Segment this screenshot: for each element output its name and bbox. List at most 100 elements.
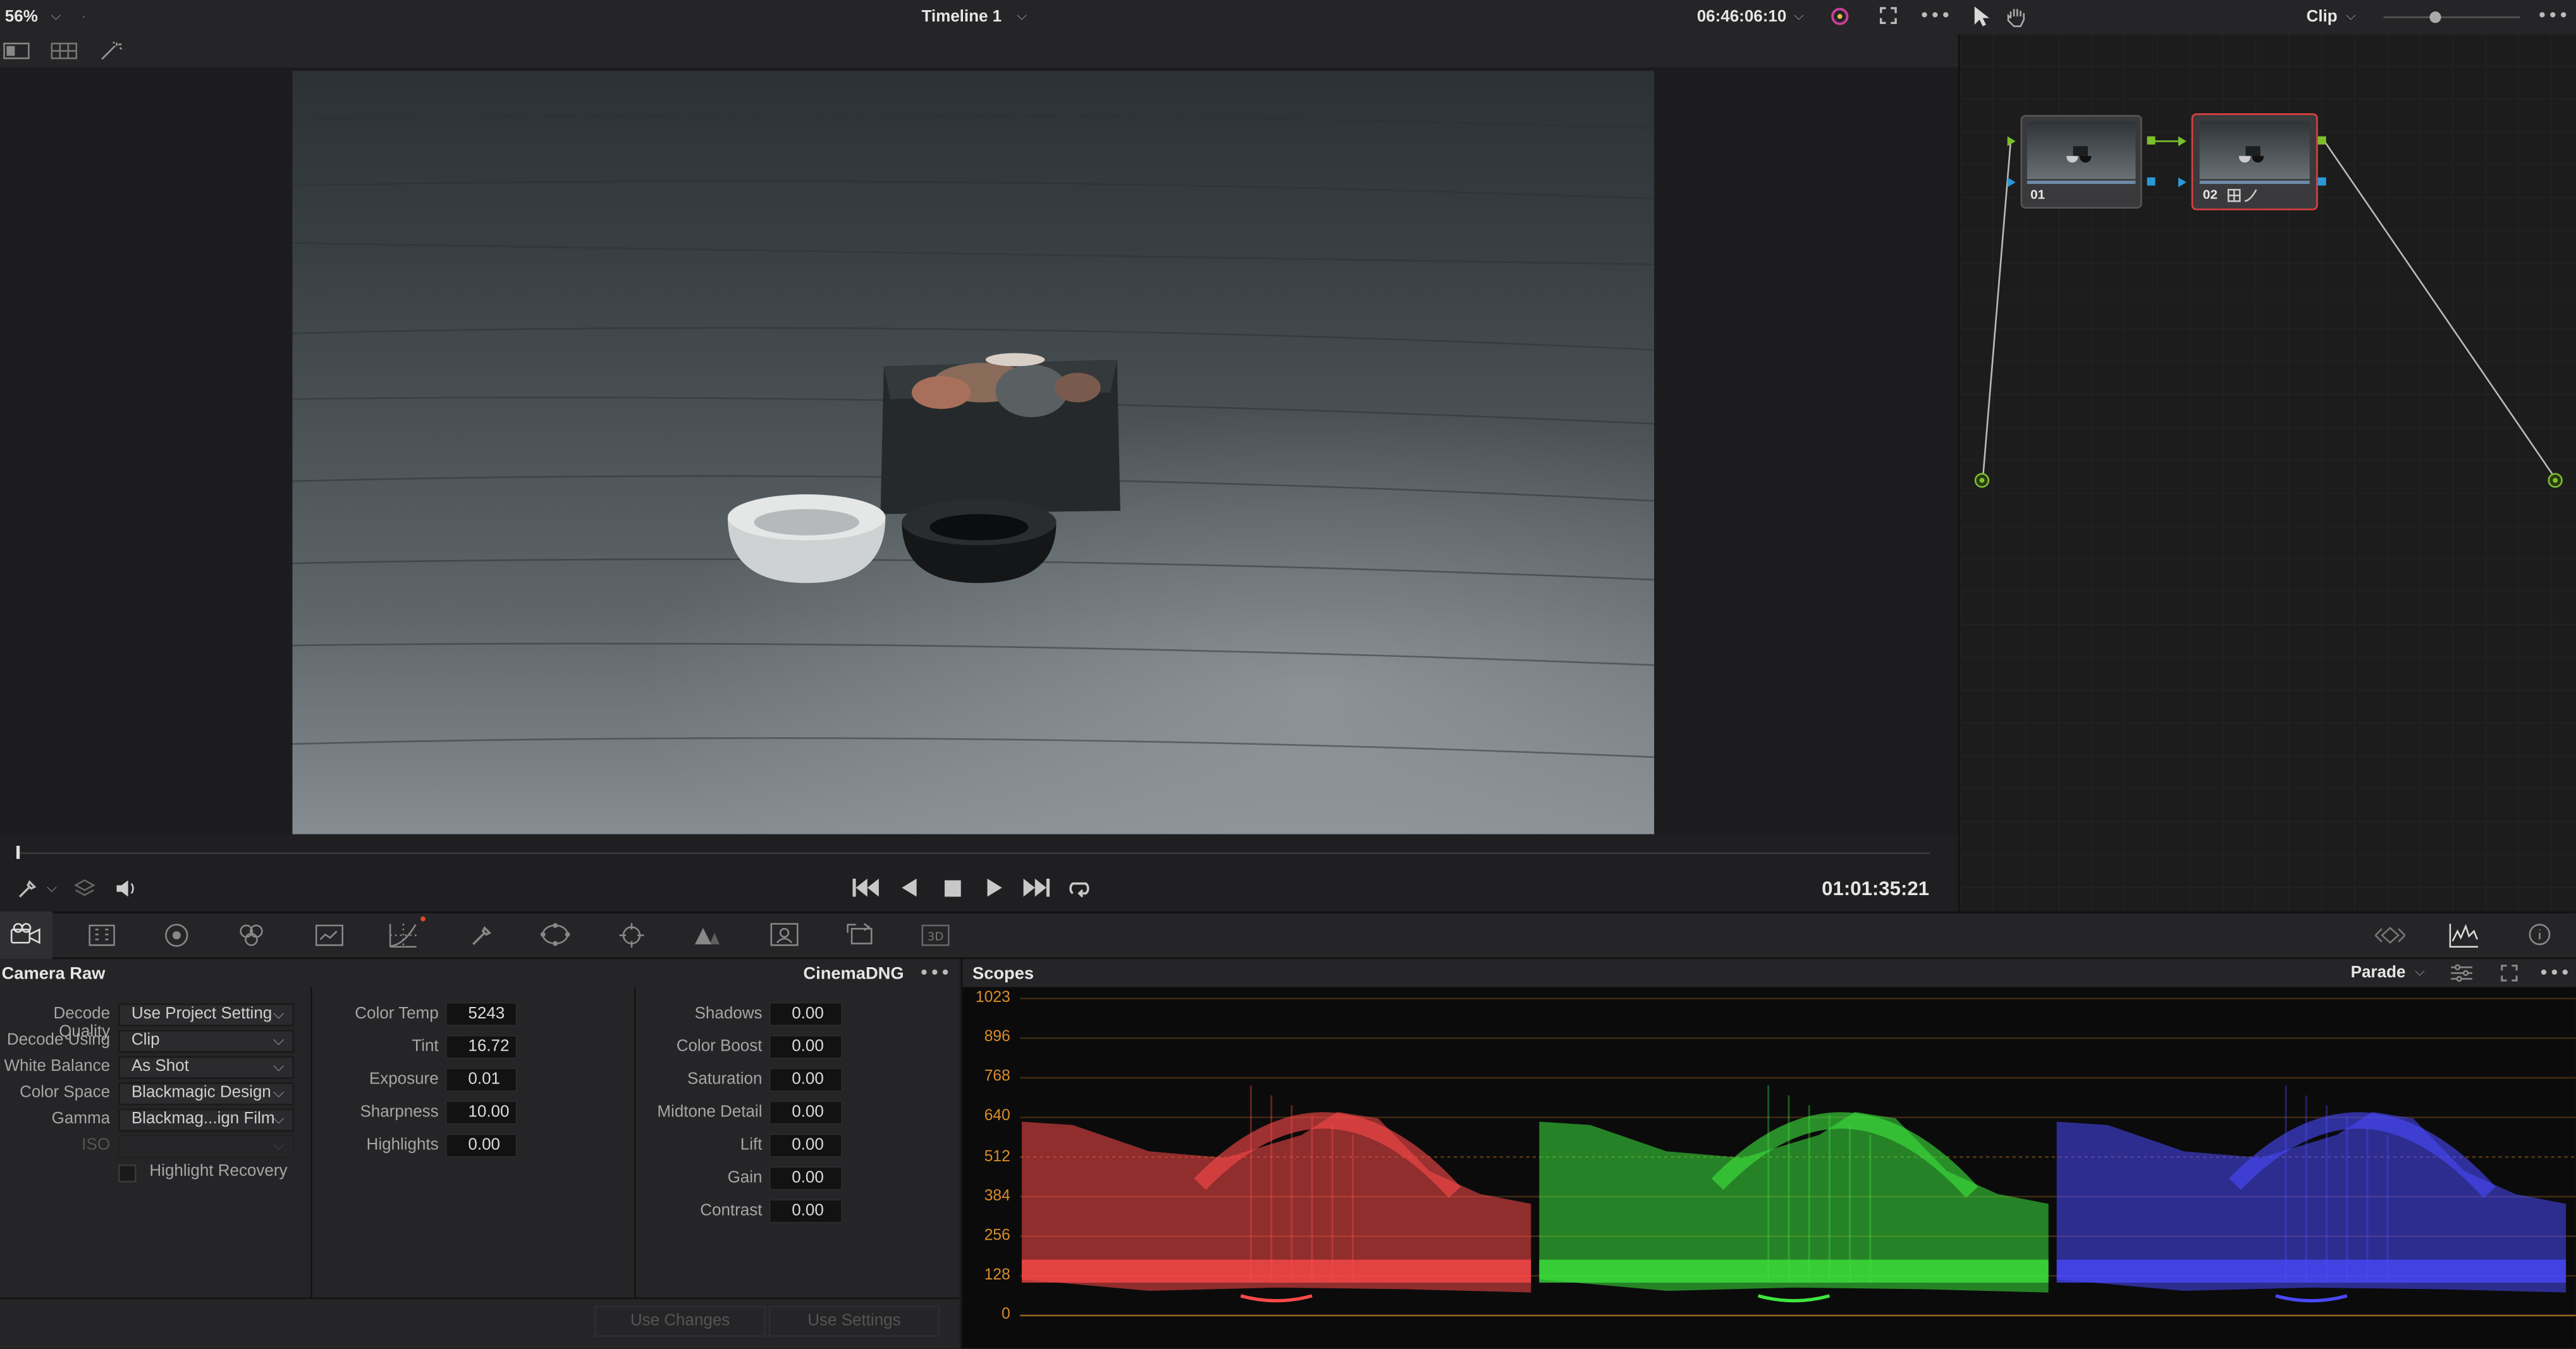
- node-02-key-output[interactable]: [2317, 177, 2326, 186]
- node-01-rgb-input[interactable]: [2007, 136, 2016, 147]
- gain-field[interactable]: 0.00: [768, 1166, 843, 1191]
- decode-quality-select[interactable]: Use Project Setting ⌵: [118, 1003, 295, 1027]
- node-01[interactable]: 01: [2020, 114, 2142, 209]
- zoom-level[interactable]: 56%: [5, 8, 38, 27]
- color-wheel-icon[interactable]: [1829, 5, 1851, 28]
- layers-icon[interactable]: [72, 877, 95, 900]
- record-timecode: 01:01:35:21: [1822, 877, 1930, 900]
- node-zoom-slider[interactable]: [2383, 16, 2520, 18]
- use-changes-button[interactable]: Use Changes: [594, 1305, 766, 1337]
- color-boost-field[interactable]: 0.00: [768, 1034, 843, 1059]
- gallery-viewer-icon[interactable]: [51, 41, 78, 59]
- scopes-icon[interactable]: [2446, 920, 2482, 949]
- chevron-down-icon: ⌵: [273, 1033, 285, 1050]
- color-match-icon[interactable]: [85, 921, 116, 948]
- timeline-chevron-down-icon[interactable]: ⌵: [1014, 8, 1030, 25]
- highlights-field[interactable]: 0.00: [445, 1133, 518, 1158]
- sizing-icon[interactable]: [843, 921, 876, 948]
- play-reverse-icon[interactable]: [899, 876, 920, 900]
- motion-effects-icon[interactable]: [314, 921, 345, 948]
- node-02-rgb-input[interactable]: [2178, 136, 2187, 147]
- scope-scale-label: 384: [984, 1187, 1010, 1205]
- curves-icon[interactable]: [388, 921, 419, 948]
- timeline-title[interactable]: Timeline 1: [921, 8, 1002, 27]
- keyframes-icon[interactable]: [2372, 921, 2408, 948]
- rgb-mixer-icon[interactable]: [236, 921, 267, 948]
- node-02-key-input[interactable]: [2178, 177, 2187, 188]
- scope-settings-icon[interactable]: [2450, 962, 2474, 984]
- node-options-icon[interactable]: •••: [2537, 5, 2569, 27]
- tint-field[interactable]: 16.72: [445, 1034, 518, 1059]
- timecode-chevron-down-icon[interactable]: ⌵: [1791, 8, 1807, 25]
- decode-using-select[interactable]: Clip ⌵: [118, 1029, 295, 1053]
- shadows-field[interactable]: 0.00: [768, 1001, 843, 1027]
- sharpness-field[interactable]: 10.00: [445, 1100, 518, 1125]
- use-settings-button[interactable]: Use Settings: [768, 1305, 940, 1337]
- loop-icon[interactable]: [1066, 876, 1094, 900]
- node-mode-label[interactable]: Clip: [2307, 8, 2338, 27]
- node-01-rgb-output[interactable]: [2147, 136, 2156, 145]
- zoom-separator-icon: ·: [82, 9, 86, 24]
- viewer-image: [292, 70, 1655, 834]
- hand-icon[interactable]: [2004, 5, 2029, 28]
- raw-format-label[interactable]: CinemaDNG: [803, 964, 904, 984]
- color-temp-label: Color Temp: [355, 1004, 439, 1023]
- viewer-options-icon[interactable]: •••: [1919, 5, 1951, 27]
- highlights-label: Highlights: [366, 1136, 439, 1155]
- playhead[interactable]: [16, 845, 20, 859]
- contrast-field[interactable]: 0.00: [768, 1199, 843, 1224]
- volume-icon[interactable]: [113, 877, 140, 900]
- midtone-detail-field[interactable]: 0.00: [768, 1100, 843, 1125]
- key-icon[interactable]: [767, 921, 800, 948]
- color-space-select[interactable]: Blackmagic Design ⌵: [118, 1082, 295, 1106]
- stop-icon[interactable]: [941, 877, 963, 898]
- picker-chevron-down-icon[interactable]: ⌵: [44, 881, 59, 897]
- camera-raw-options-icon[interactable]: •••: [919, 962, 951, 984]
- fullscreen-icon[interactable]: [1878, 5, 1899, 27]
- node-01-key-input[interactable]: [2007, 177, 2016, 188]
- skip-to-start-icon[interactable]: [851, 876, 881, 900]
- tracker-icon[interactable]: [616, 921, 647, 948]
- node-02-rgb-output[interactable]: [2317, 136, 2326, 145]
- pointer-icon[interactable]: [1970, 5, 1992, 28]
- source-timecode[interactable]: 06:46:06:10: [1697, 8, 1787, 27]
- camera-raw-icon[interactable]: [8, 921, 44, 948]
- highlight-recovery-checkbox[interactable]: [118, 1164, 137, 1183]
- white-balance-label: White Balance: [4, 1058, 111, 1076]
- scope-type-chevron-down-icon[interactable]: ⌵: [2412, 964, 2428, 980]
- 3d-icon[interactable]: 3D: [920, 921, 951, 948]
- window-icon[interactable]: [539, 921, 572, 948]
- scope-scale-label: 128: [984, 1266, 1010, 1285]
- gamma-select[interactable]: Blackmag...ign Film ⌵: [118, 1108, 295, 1132]
- scope-expand-icon[interactable]: [2497, 962, 2520, 984]
- node-01-key-output[interactable]: [2147, 177, 2156, 186]
- color-temp-field[interactable]: 5243: [445, 1001, 518, 1027]
- lift-field[interactable]: 0.00: [768, 1133, 843, 1158]
- white-balance-select[interactable]: As Shot ⌵: [118, 1056, 295, 1079]
- scope-options-icon[interactable]: •••: [2539, 962, 2571, 984]
- tint-label: Tint: [412, 1037, 439, 1056]
- color-space-label: Color Space: [20, 1083, 111, 1102]
- saturation-field[interactable]: 0.00: [768, 1067, 843, 1092]
- single-viewer-icon[interactable]: [3, 41, 30, 59]
- node-zoom-slider-handle[interactable]: [2429, 11, 2441, 23]
- timeline-scrubber[interactable]: [16, 852, 1930, 854]
- qualifier-icon[interactable]: [467, 921, 496, 948]
- picker-icon[interactable]: [16, 877, 39, 900]
- play-icon[interactable]: [984, 876, 1005, 900]
- scope-scale-label: 1023: [975, 988, 1010, 1007]
- color-wheels-icon[interactable]: [161, 921, 191, 948]
- info-icon[interactable]: [2525, 921, 2555, 948]
- blur-icon[interactable]: [692, 921, 723, 948]
- chevron-down-icon: ⌵: [273, 1138, 285, 1155]
- curves-active-dot: [420, 916, 426, 922]
- magic-wand-icon[interactable]: [99, 39, 123, 61]
- scope-type-select[interactable]: Parade: [2351, 964, 2406, 982]
- camera-raw-title: Camera Raw: [1, 964, 106, 984]
- zoom-chevron-down-icon[interactable]: ⌵: [47, 8, 64, 25]
- scope-scale-label: 896: [984, 1028, 1010, 1047]
- skip-to-end-icon[interactable]: [1022, 876, 1052, 900]
- node-02[interactable]: 02: [2191, 113, 2318, 211]
- exposure-field[interactable]: 0.01: [445, 1067, 518, 1092]
- node-mode-chevron-down-icon[interactable]: ⌵: [2343, 8, 2359, 25]
